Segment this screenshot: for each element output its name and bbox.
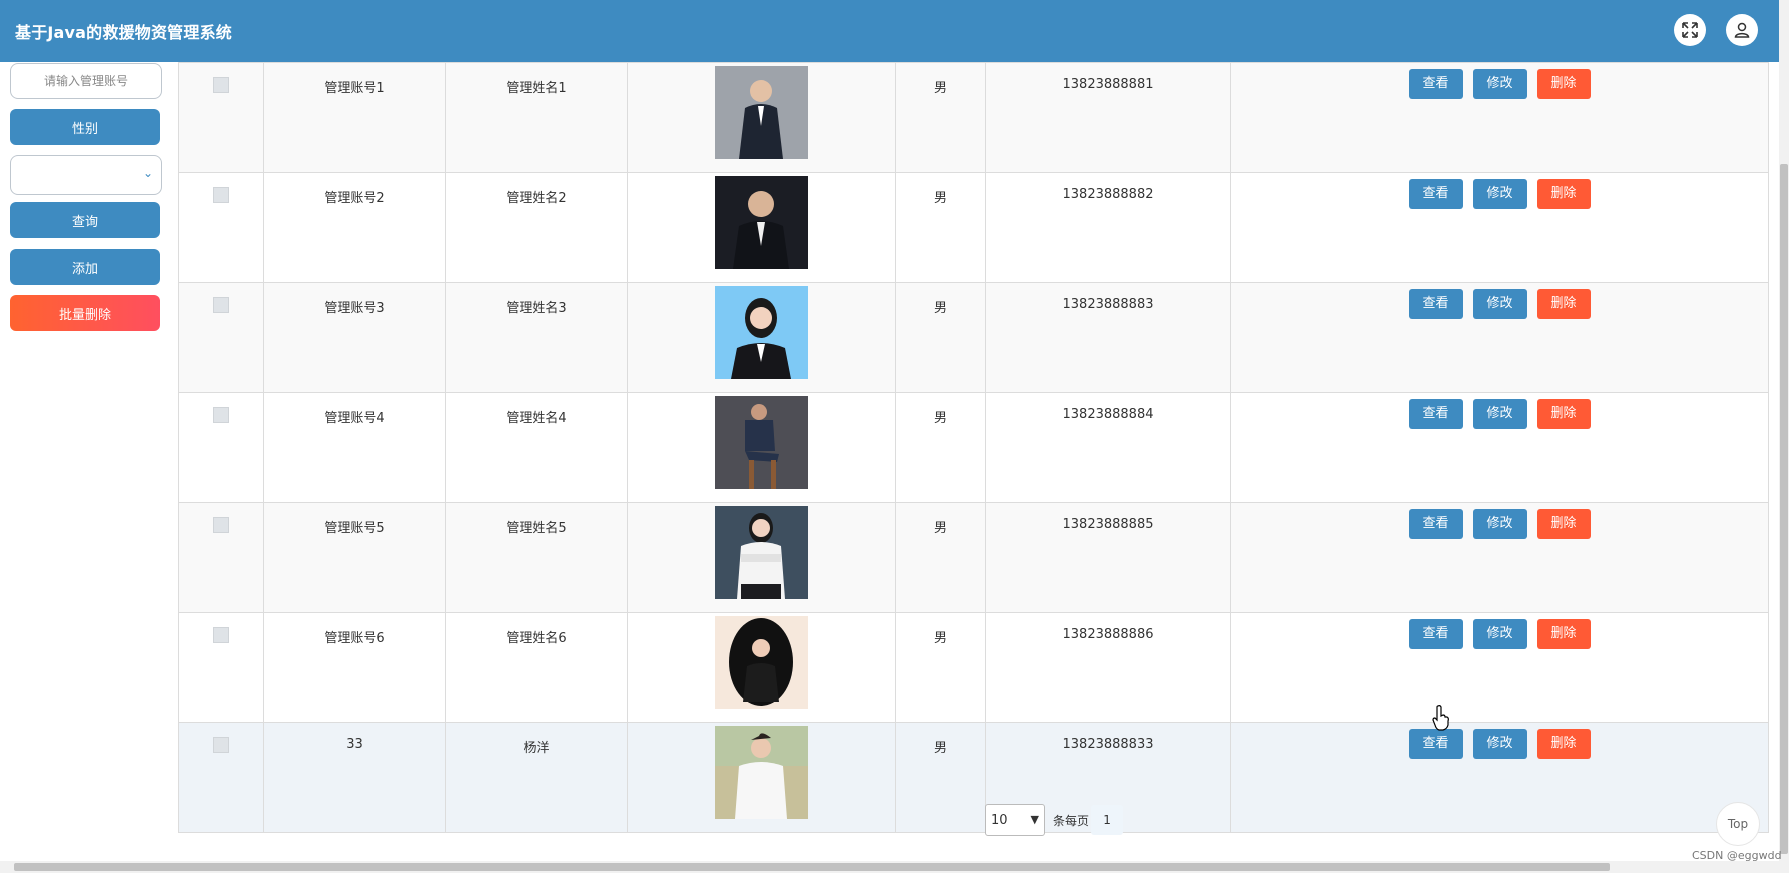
- page-number-button[interactable]: 1: [1091, 805, 1124, 835]
- avatar-photo: [715, 66, 808, 159]
- account-cell: 管理账号3: [324, 301, 385, 316]
- view-button[interactable]: 查看: [1408, 729, 1463, 759]
- row-checkbox[interactable]: [213, 407, 229, 423]
- batch-delete-button[interactable]: 批量删除: [10, 295, 160, 331]
- phone-cell: 13823888833: [1062, 737, 1154, 752]
- gender-cell: 男: [933, 191, 947, 206]
- gender-button[interactable]: 性别: [10, 109, 160, 145]
- avatar-photo: [715, 396, 808, 489]
- row-checkbox[interactable]: [213, 77, 229, 93]
- phone-cell: 13823888884: [1062, 407, 1154, 422]
- phone-cell: 13823888883: [1062, 297, 1154, 312]
- vertical-scrollbar-thumb[interactable]: [1780, 164, 1788, 854]
- account-cell: 管理账号4: [324, 411, 385, 426]
- view-button[interactable]: 查看: [1408, 69, 1463, 99]
- horizontal-scrollbar-thumb[interactable]: [14, 863, 1610, 871]
- gender-cell: 男: [933, 81, 947, 96]
- delete-button[interactable]: 删除: [1536, 509, 1591, 539]
- add-button[interactable]: 添加: [10, 249, 160, 285]
- phone-cell: 13823888886: [1062, 627, 1154, 642]
- delete-button[interactable]: 删除: [1536, 289, 1591, 319]
- table-row: 管理账号1 管理姓名1 男 13823888881 查看 修改 删除: [178, 62, 1769, 173]
- app-title: 基于Java的救援物资管理系统: [15, 23, 232, 42]
- view-button[interactable]: 查看: [1408, 289, 1463, 319]
- table-row: 33 杨洋 男 13823888833 查看 修改 删除: [178, 722, 1769, 833]
- view-button[interactable]: 查看: [1408, 179, 1463, 209]
- gender-cell: 男: [933, 741, 947, 756]
- page-size-value: 10: [991, 812, 1008, 828]
- edit-button[interactable]: 修改: [1472, 179, 1527, 209]
- chevron-down-icon: ▼: [1030, 813, 1039, 826]
- avatar-photo: [715, 726, 808, 819]
- edit-button[interactable]: 修改: [1472, 289, 1527, 319]
- fullscreen-icon: [1682, 22, 1698, 38]
- back-to-top-button[interactable]: Top: [1716, 802, 1760, 846]
- avatar-photo: [715, 506, 808, 599]
- account-cell: 33: [346, 737, 363, 752]
- name-cell: 管理姓名6: [506, 631, 567, 646]
- view-button[interactable]: 查看: [1408, 509, 1463, 539]
- edit-button[interactable]: 修改: [1472, 619, 1527, 649]
- page-size-select[interactable]: 10 ▼: [985, 804, 1045, 836]
- table-row: 管理账号3 管理姓名3 男 13823888883 查看 修改 删除: [178, 282, 1769, 393]
- edit-button[interactable]: 修改: [1472, 69, 1527, 99]
- table-row: 管理账号2 管理姓名2 男 13823888882 查看 修改 删除: [178, 172, 1769, 283]
- watermark: CSDN @eggwdd: [1692, 849, 1782, 862]
- edit-button[interactable]: 修改: [1472, 399, 1527, 429]
- gender-cell: 男: [933, 631, 947, 646]
- horizontal-scrollbar[interactable]: [0, 861, 1779, 873]
- vertical-scrollbar[interactable]: [1779, 0, 1789, 873]
- account-cell: 管理账号2: [324, 191, 385, 206]
- view-button[interactable]: 查看: [1408, 619, 1463, 649]
- delete-button[interactable]: 删除: [1536, 179, 1591, 209]
- account-cell: 管理账号6: [324, 631, 385, 646]
- row-checkbox[interactable]: [213, 737, 229, 753]
- edit-button[interactable]: 修改: [1472, 729, 1527, 759]
- table-row: 管理账号6 管理姓名6 男 13823888886 查看 修改 删除: [178, 612, 1769, 723]
- per-page-label: 条每页: [1053, 813, 1090, 828]
- avatar-photo: [715, 616, 808, 709]
- hand-cursor-icon: [1432, 705, 1449, 731]
- row-checkbox[interactable]: [213, 297, 229, 313]
- table-row: 管理账号4 管理姓名4 男 13823888884 查看 修改 删除: [178, 392, 1769, 503]
- gender-cell: 男: [933, 301, 947, 316]
- query-button[interactable]: 查询: [10, 202, 160, 238]
- delete-button[interactable]: 删除: [1536, 619, 1591, 649]
- phone-cell: 13823888881: [1062, 77, 1154, 92]
- delete-button[interactable]: 删除: [1536, 729, 1591, 759]
- name-cell: 管理姓名4: [506, 411, 567, 426]
- row-checkbox[interactable]: [213, 517, 229, 533]
- edit-button[interactable]: 修改: [1472, 509, 1527, 539]
- fullscreen-button[interactable]: [1674, 14, 1706, 46]
- view-button[interactable]: 查看: [1408, 399, 1463, 429]
- name-cell: 管理姓名2: [506, 191, 567, 206]
- avatar-photo: [715, 286, 808, 379]
- avatar-photo: [715, 176, 808, 269]
- delete-button[interactable]: 删除: [1536, 69, 1591, 99]
- chevron-down-icon: ⌄: [142, 166, 153, 180]
- gender-select[interactable]: ⌄: [10, 155, 162, 195]
- admin-table: 管理账号1 管理姓名1 男 13823888881 查看 修改 删除 管理账号2 管…: [178, 62, 1769, 833]
- table-row: 管理账号5 管理姓名5 男 13823888885 查看 修改 删除: [178, 502, 1769, 613]
- name-cell: 管理姓名3: [506, 301, 567, 316]
- account-cell: 管理账号5: [324, 521, 385, 536]
- delete-button[interactable]: 删除: [1536, 399, 1591, 429]
- name-cell: 管理姓名1: [506, 81, 567, 96]
- app-header: 基于Java的救援物资管理系统: [0, 0, 1779, 62]
- phone-cell: 13823888882: [1062, 187, 1154, 202]
- gender-cell: 男: [933, 411, 947, 426]
- phone-cell: 13823888885: [1062, 517, 1154, 532]
- row-checkbox[interactable]: [213, 187, 229, 203]
- user-button[interactable]: [1726, 14, 1758, 46]
- account-cell: 管理账号1: [324, 81, 385, 96]
- search-input[interactable]: [10, 63, 162, 99]
- name-cell: 杨洋: [523, 741, 550, 756]
- gender-cell: 男: [933, 521, 947, 536]
- user-icon: [1734, 22, 1750, 38]
- row-checkbox[interactable]: [213, 627, 229, 643]
- name-cell: 管理姓名5: [506, 521, 567, 536]
- pagination: 10 ▼ 条每页 1: [985, 803, 1124, 837]
